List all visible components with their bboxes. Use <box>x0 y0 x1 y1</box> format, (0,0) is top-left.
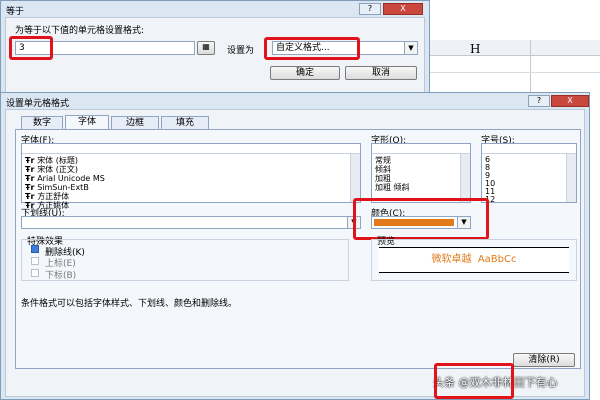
font-list-items: Ŧr 宋体 (标题) Ŧr 宋体 (正文) Ŧr Arial Unicode M… <box>25 156 105 210</box>
list-item[interactable]: Ŧr 方正舒体 <box>25 192 105 201</box>
column-h-header[interactable]: H <box>470 42 480 56</box>
style-list[interactable]: 常规 倾斜 加粗 加粗 倾斜 <box>371 143 471 203</box>
tab-border[interactable]: 边框 <box>111 116 159 130</box>
size-list-items: 6 8 9 10 11 12 <box>485 156 495 204</box>
size-input[interactable] <box>482 144 576 154</box>
font-input[interactable] <box>22 144 360 154</box>
style-list-items: 常规 倾斜 加粗 加粗 倾斜 <box>375 156 410 192</box>
tab-number[interactable]: 数字 <box>21 116 63 130</box>
list-item[interactable]: 加粗 <box>375 174 410 183</box>
font-type-icon: Ŧr <box>25 192 38 201</box>
scrollbar[interactable] <box>350 154 360 202</box>
size-list[interactable]: 6 8 9 10 11 12 <box>481 143 577 204</box>
list-item[interactable]: Ŧr SimSun-ExtB <box>25 183 105 192</box>
scrollbar[interactable] <box>566 154 576 202</box>
spreadsheet-background: H <box>430 0 600 95</box>
tab-font[interactable]: 字体 <box>65 115 109 130</box>
preview-box: 微软卓越 AaBbCc <box>379 247 569 273</box>
range-picker-button[interactable]: ▦ <box>197 41 215 55</box>
help-button[interactable]: ? <box>528 95 550 107</box>
font-type-icon: Ŧr <box>25 183 38 192</box>
dialog-title: 等于 <box>6 7 25 17</box>
prompt-label: 为等于以下值的单元格设置格式: <box>15 26 145 36</box>
format-cells-dialog: 设置单元格格式 ? X 数字 字体 边框 填充 字体(F): Ŧr 宋体 (标题… <box>0 92 590 400</box>
equal-to-dialog: 等于 ? X 为等于以下值的单元格设置格式: 3 ▦ 设置为 自定义格式... … <box>0 0 430 95</box>
underline-select[interactable]: ▼ <box>21 216 361 229</box>
style-input[interactable] <box>372 144 470 154</box>
list-item[interactable]: Ŧr 宋体 (正文) <box>25 165 105 174</box>
help-button[interactable]: ? <box>359 3 381 15</box>
subscript-label: 下标(B) <box>45 271 77 281</box>
grid-line <box>430 72 600 73</box>
preview-text: 微软卓越 AaBbCc <box>431 254 517 265</box>
note-text: 条件格式可以包括字体样式、下划线、颜色和删除线。 <box>21 299 238 309</box>
highlight-value-input <box>9 36 53 60</box>
clear-button[interactable]: 清除(R) <box>513 353 575 367</box>
font-type-icon: Ŧr <box>25 165 38 174</box>
scrollbar[interactable] <box>460 154 470 202</box>
list-item[interactable]: Ŧr Arial Unicode MS <box>25 174 105 183</box>
cancel-button[interactable]: 取消 <box>345 66 417 80</box>
list-item[interactable]: Ŧr 宋体 (标题) <box>25 156 105 165</box>
font-type-icon: Ŧr <box>25 156 38 165</box>
superscript-checkbox[interactable] <box>31 257 39 265</box>
grid-line <box>530 40 531 95</box>
font-list[interactable]: Ŧr 宋体 (标题) Ŧr 宋体 (正文) Ŧr Arial Unicode M… <box>21 143 361 210</box>
font-type-icon: Ŧr <box>25 174 38 183</box>
highlight-ok-button <box>434 363 514 399</box>
chevron-down-icon: ▼ <box>404 42 417 54</box>
list-item[interactable]: 倾斜 <box>375 165 410 174</box>
close-button[interactable]: X <box>551 95 589 107</box>
dialog-title: 设置单元格格式 <box>6 99 70 109</box>
highlight-format-select <box>264 37 360 60</box>
setting-label: 设置为 <box>227 46 255 56</box>
highlight-color-select <box>353 198 489 240</box>
list-item[interactable]: 常规 <box>375 156 410 165</box>
subscript-checkbox[interactable] <box>31 269 39 277</box>
close-button[interactable]: X <box>383 3 423 15</box>
column-header-row <box>430 40 600 56</box>
range-picker-icon: ▦ <box>202 42 210 51</box>
tab-fill[interactable]: 填充 <box>161 116 209 130</box>
ok-button[interactable]: 确定 <box>270 66 340 80</box>
strikethrough-checkbox[interactable] <box>31 245 39 253</box>
list-item[interactable]: 加粗 倾斜 <box>375 183 410 192</box>
